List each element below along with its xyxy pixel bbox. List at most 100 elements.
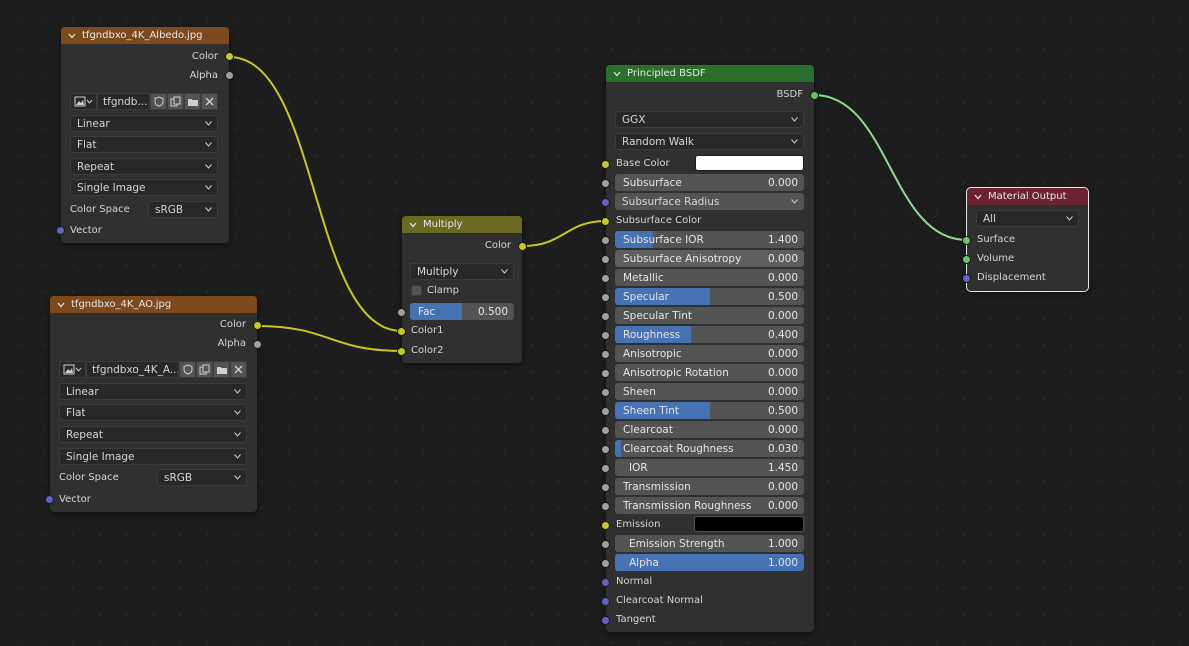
multiply-node-header[interactable]: Multiply xyxy=(402,216,522,233)
open-image-button[interactable] xyxy=(184,93,201,110)
anisotropic-rotation-slider[interactable]: Anisotropic Rotation 0.000 xyxy=(615,364,804,381)
albedo-image-node[interactable]: tfgndbxo_4K_Albedo.jpg Color Alpha tfgnd… xyxy=(56,27,234,243)
open-image-button[interactable] xyxy=(213,361,230,378)
clearcoat-roughness-input-socket[interactable] xyxy=(601,445,610,454)
displacement-input-socket[interactable] xyxy=(962,274,971,283)
fake-user-button[interactable] xyxy=(150,93,167,110)
bsdf-output-socket[interactable] xyxy=(810,91,819,100)
specular-input-socket[interactable] xyxy=(601,293,610,302)
surface-input-socket[interactable] xyxy=(962,236,971,245)
fac-slider[interactable]: Fac 0.500 xyxy=(410,303,514,320)
ao-source-dropdown[interactable]: Single Image xyxy=(59,448,247,465)
transmission-roughness-slider[interactable]: Transmission Roughness 0.000 xyxy=(615,497,804,514)
specular-tint-input-socket[interactable] xyxy=(601,312,610,321)
ao-color-space-dropdown[interactable]: sRGB xyxy=(157,469,247,486)
subsurface-ior-input-socket[interactable] xyxy=(601,236,610,245)
metallic-input-socket[interactable] xyxy=(601,274,610,283)
clearcoat-roughness-slider[interactable]: Clearcoat Roughness 0.030 xyxy=(615,440,804,457)
base-color-input-socket[interactable] xyxy=(601,160,610,169)
ao-image-node[interactable]: tfgndbxo_4K_AO.jpg Color Alpha tfgndbxo_… xyxy=(45,296,262,512)
duplicate-image-button[interactable] xyxy=(196,361,213,378)
collapse-chevron-icon[interactable] xyxy=(612,69,622,79)
roughness-slider[interactable]: Roughness 0.400 xyxy=(615,326,804,343)
base-color-swatch[interactable] xyxy=(695,155,804,171)
emission-strength-input-socket[interactable] xyxy=(601,540,610,549)
alpha-input-socket[interactable] xyxy=(601,559,610,568)
collapse-chevron-icon[interactable] xyxy=(67,31,77,41)
duplicate-image-button[interactable] xyxy=(167,93,184,110)
principled-bsdf-node[interactable]: Principled BSDF BSDF GGX Random Walk Bas… xyxy=(601,65,819,632)
anisotropic-rotation-input-socket[interactable] xyxy=(601,369,610,378)
clearcoat-slider[interactable]: Clearcoat 0.000 xyxy=(615,421,804,438)
ao-interpolation-dropdown[interactable]: Linear xyxy=(59,383,247,400)
collapse-chevron-icon[interactable] xyxy=(973,192,983,202)
emission-input-socket[interactable] xyxy=(601,521,610,530)
albedo-image-name-field[interactable]: tfgndb... xyxy=(97,93,150,110)
subsurface-anisotropy-input-socket[interactable] xyxy=(601,255,610,264)
subsurface-ior-slider[interactable]: Subsurface IOR 1.400 xyxy=(615,231,804,248)
clearcoat-normal-input-socket[interactable] xyxy=(601,597,610,606)
albedo-interpolation-dropdown[interactable]: Linear xyxy=(70,115,218,132)
ao-projection-dropdown[interactable]: Flat xyxy=(59,404,247,421)
sheen-tint-slider[interactable]: Sheen Tint 0.500 xyxy=(615,402,804,419)
sheen-slider[interactable]: Sheen 0.000 xyxy=(615,383,804,400)
albedo-source-dropdown[interactable]: Single Image xyxy=(70,179,218,196)
ao-node-header[interactable]: tfgndbxo_4K_AO.jpg xyxy=(50,296,257,313)
output-target-dropdown[interactable]: All xyxy=(976,210,1079,227)
anisotropic-slider[interactable]: Anisotropic 0.000 xyxy=(615,345,804,362)
sheen-input-socket[interactable] xyxy=(601,388,610,397)
transmission-input-socket[interactable] xyxy=(601,483,610,492)
color2-input-socket[interactable] xyxy=(397,347,406,356)
ao-image-name-field[interactable]: tfgndbxo_4K_A... xyxy=(86,361,179,378)
blend-mode-dropdown[interactable]: Multiply xyxy=(410,263,514,280)
albedo-extension-dropdown[interactable]: Repeat xyxy=(70,158,218,175)
albedo-node-header[interactable]: tfgndbxo_4K_Albedo.jpg xyxy=(61,27,229,44)
subsurface-anisotropy-slider[interactable]: Subsurface Anisotropy 0.000 xyxy=(615,250,804,267)
volume-input-socket[interactable] xyxy=(962,255,971,264)
ao-color-output-socket[interactable] xyxy=(253,321,262,330)
subsurface-radius-input-socket[interactable] xyxy=(601,198,610,207)
fac-input-socket[interactable] xyxy=(397,308,406,317)
tangent-input-socket[interactable] xyxy=(601,616,610,625)
ao-extension-dropdown[interactable]: Repeat xyxy=(59,426,247,443)
ao-alpha-output-socket[interactable] xyxy=(253,340,262,349)
multiply-color-output-socket[interactable] xyxy=(518,242,527,251)
roughness-input-socket[interactable] xyxy=(601,331,610,340)
albedo-color-space-dropdown[interactable]: sRGB xyxy=(148,201,218,218)
subsurface-radius-dropdown[interactable]: Subsurface Radius xyxy=(615,193,804,210)
albedo-color-output-socket[interactable] xyxy=(225,52,234,61)
output-node-header[interactable]: Material Output xyxy=(967,188,1088,205)
image-browse-button[interactable] xyxy=(59,361,86,378)
collapse-chevron-icon[interactable] xyxy=(408,220,418,230)
anisotropic-input-socket[interactable] xyxy=(601,350,610,359)
material-output-node[interactable]: Material Output All Surface Volume Displ… xyxy=(962,187,1089,292)
distribution-dropdown[interactable]: GGX xyxy=(615,111,804,128)
ior-input-socket[interactable] xyxy=(601,464,610,473)
transmission-slider[interactable]: Transmission 0.000 xyxy=(615,478,804,495)
subsurface-color-input-socket[interactable] xyxy=(601,217,610,226)
albedo-alpha-output-socket[interactable] xyxy=(225,71,234,80)
normal-input-socket[interactable] xyxy=(601,578,610,587)
specular-tint-slider[interactable]: Specular Tint 0.000 xyxy=(615,307,804,324)
subsurface-input-socket[interactable] xyxy=(601,179,610,188)
emission-strength-field[interactable]: Emission Strength 1.000 xyxy=(615,535,804,552)
collapse-chevron-icon[interactable] xyxy=(56,300,66,310)
bsdf-node-header[interactable]: Principled BSDF xyxy=(606,65,814,82)
unlink-image-button[interactable] xyxy=(230,361,247,378)
alpha-slider[interactable]: Alpha 1.000 xyxy=(615,554,804,571)
fake-user-button[interactable] xyxy=(179,361,196,378)
image-browse-button[interactable] xyxy=(70,93,97,110)
color1-input-socket[interactable] xyxy=(397,327,406,336)
albedo-projection-dropdown[interactable]: Flat xyxy=(70,136,218,153)
albedo-vector-input-socket[interactable] xyxy=(56,226,65,235)
subsurface-method-dropdown[interactable]: Random Walk xyxy=(615,133,804,150)
subsurface-slider[interactable]: Subsurface 0.000 xyxy=(615,174,804,191)
unlink-image-button[interactable] xyxy=(201,93,218,110)
clearcoat-input-socket[interactable] xyxy=(601,426,610,435)
ior-field[interactable]: IOR 1.450 xyxy=(615,459,804,476)
transmission-roughness-input-socket[interactable] xyxy=(601,502,610,511)
sheen-tint-input-socket[interactable] xyxy=(601,407,610,416)
emission-color-swatch[interactable] xyxy=(694,516,804,532)
ao-vector-input-socket[interactable] xyxy=(45,495,54,504)
multiply-mix-node[interactable]: Multiply Color Multiply Clamp Fac 0.500 … xyxy=(397,216,527,363)
